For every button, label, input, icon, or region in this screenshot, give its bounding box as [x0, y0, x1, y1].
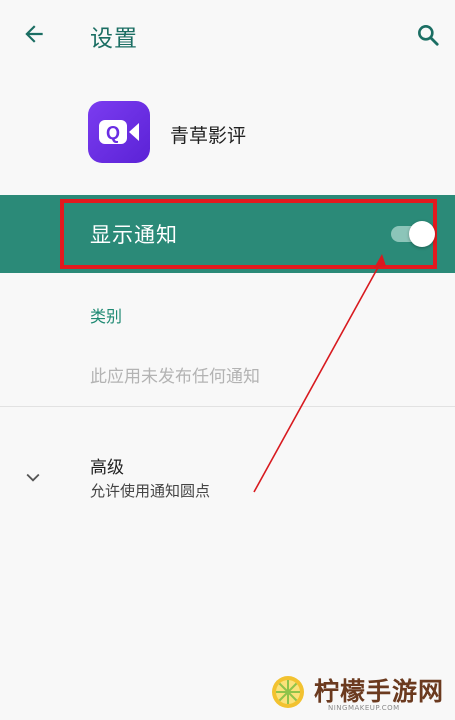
show-notifications-toggle[interactable]: [389, 221, 437, 247]
category-section-header: 类别: [90, 307, 123, 326]
arrow-left-icon: [25, 25, 43, 43]
watermark-domain: NINGMAKEUP.COM: [328, 704, 400, 712]
lemon-logo-icon: [272, 676, 304, 708]
video-camera-q-icon: Q: [99, 120, 139, 144]
search-button[interactable]: [411, 18, 445, 52]
show-notifications-label: 显示通知: [90, 223, 178, 247]
search-icon: [418, 25, 439, 46]
app-header: Q 青草影评: [0, 95, 455, 175]
watermark-text: 柠檬手游网: [314, 677, 445, 706]
back-button[interactable]: [18, 18, 50, 50]
advanced-title: 高级: [90, 458, 124, 478]
advanced-settings-row[interactable]: 高级 允许使用通知圆点: [0, 440, 455, 512]
page-title: 设置: [90, 26, 138, 52]
app-name: 青草影评: [170, 125, 247, 147]
svg-text:Q: Q: [106, 123, 120, 143]
top-app-bar: 设置: [0, 0, 455, 70]
watermark: 柠檬手游网 NINGMAKEUP.COM: [270, 668, 450, 718]
toggle-thumb: [409, 221, 435, 247]
advanced-subtitle: 允许使用通知圆点: [90, 482, 211, 500]
no-notifications-message: 此应用未发布任何通知: [90, 367, 260, 387]
section-divider: [0, 406, 455, 407]
chevron-down-icon: [22, 466, 44, 488]
app-icon: Q: [88, 101, 150, 163]
